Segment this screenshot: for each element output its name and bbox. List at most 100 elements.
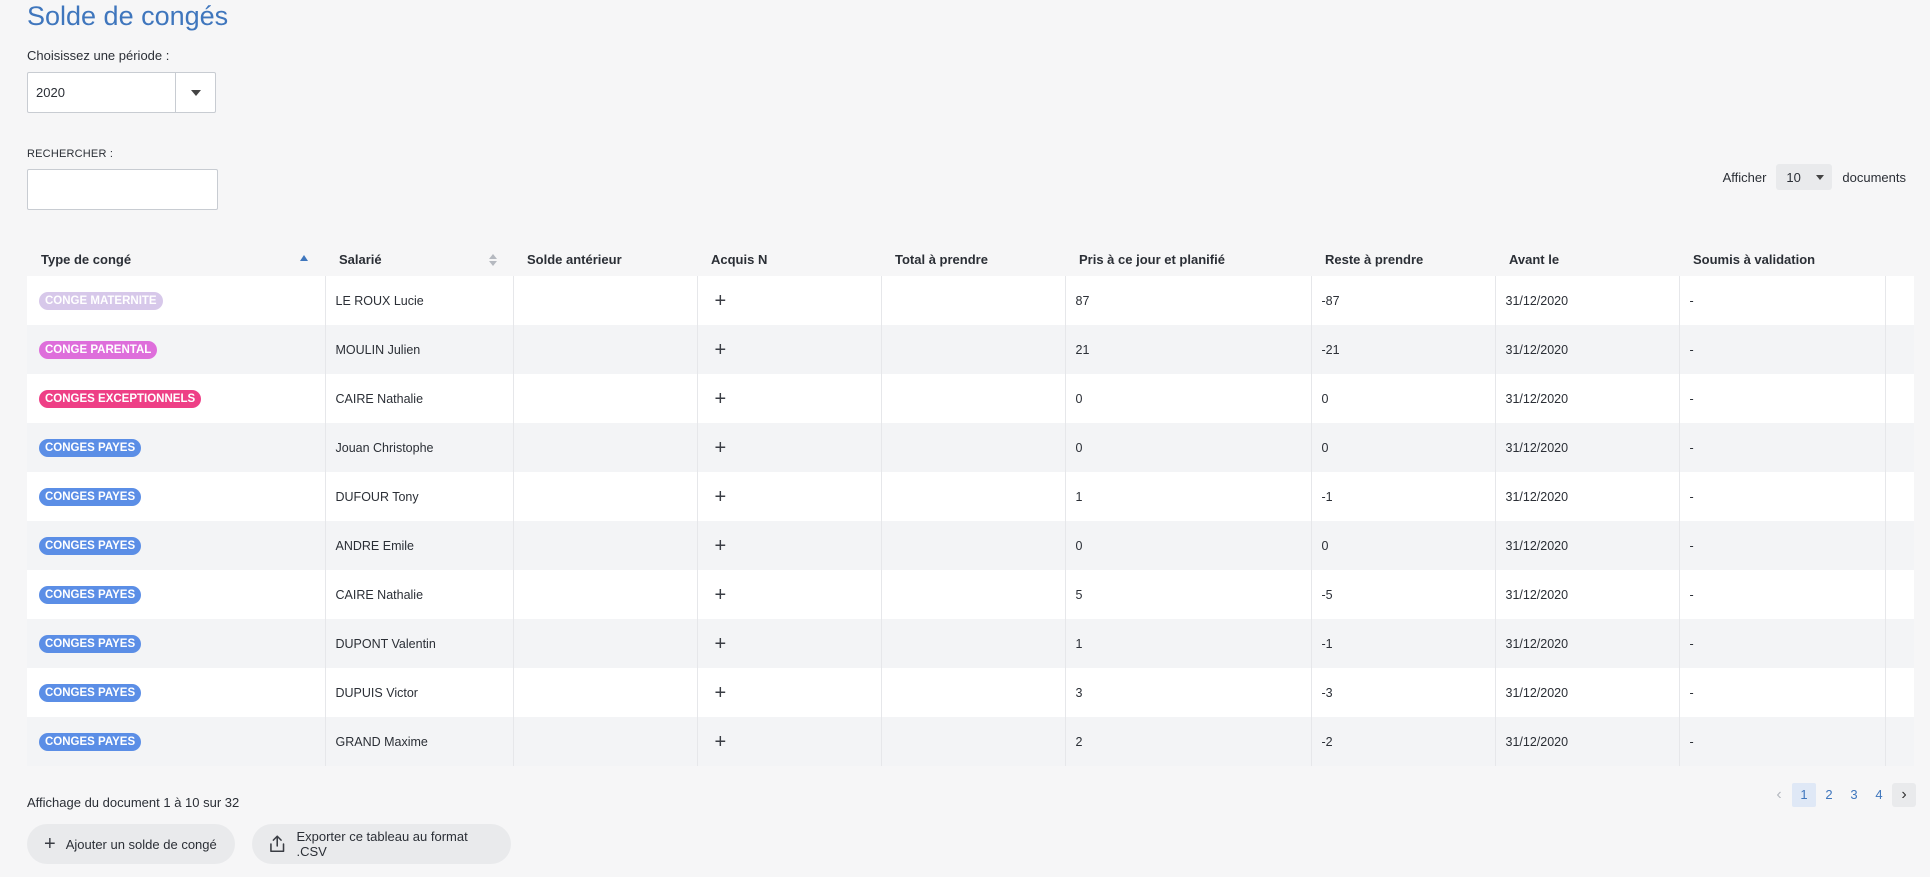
column-header-label: Soumis à validation: [1693, 252, 1816, 267]
column-header-label: Reste à prendre: [1325, 252, 1424, 267]
column-header-total[interactable]: Total à prendre: [881, 243, 1065, 276]
validation-cell: -: [1679, 668, 1886, 717]
table-summary: Affichage du document 1 à 10 sur 32: [27, 795, 240, 810]
remaining-cell: 0: [1311, 423, 1496, 472]
taken-cell: 87: [1065, 276, 1312, 325]
employee-cell-value: DUPUIS Victor: [335, 685, 418, 700]
column-header-acquired[interactable]: Acquis N: [697, 243, 881, 276]
column-header-validation[interactable]: Soumis à validation: [1679, 243, 1885, 276]
leave-type-cell: CONGES PAYES: [27, 570, 326, 619]
before-date-cell-value: 31/12/2020: [1505, 489, 1569, 504]
remaining-cell-value: -87: [1321, 293, 1340, 308]
before-date-cell: 31/12/2020: [1495, 276, 1680, 325]
leave-type-cell: CONGES PAYES: [27, 619, 326, 668]
employee-cell-value: CAIRE Nathalie: [335, 587, 424, 602]
table-row[interactable]: CONGES PAYES DUFOUR Tony +1 -1 31/12/2020 -: [27, 472, 1914, 521]
table-row[interactable]: CONGES PAYES CAIRE Nathalie +5 -5 31/12/2020…: [27, 570, 1914, 619]
employee-cell: MOULIN Julien: [325, 325, 514, 374]
before-date-cell: 31/12/2020: [1495, 472, 1680, 521]
acquired-cell: +: [697, 668, 882, 717]
pagination-page-4[interactable]: 4: [1867, 783, 1891, 807]
table-row[interactable]: CONGES PAYES GRAND Maxime +2 -2 31/12/2020 -: [27, 717, 1914, 766]
add-acquired-plus-icon[interactable]: +: [708, 634, 727, 654]
employee-cell: LE ROUX Lucie: [325, 276, 514, 325]
row-extra-cell: [1885, 570, 1914, 619]
column-header-remaining[interactable]: Reste à prendre: [1311, 243, 1495, 276]
row-extra-cell: [1885, 472, 1914, 521]
validation-cell: -: [1679, 717, 1886, 766]
validation-cell-value: -: [1689, 293, 1694, 308]
pagination-prev-button[interactable]: ‹: [1767, 783, 1791, 807]
table-row[interactable]: CONGE MATERNITE LE ROUX Lucie +87 -87 31/12/…: [27, 276, 1914, 325]
column-header-before[interactable]: Avant le: [1495, 243, 1679, 276]
column-header-label: Pris à ce jour et planifié: [1079, 252, 1225, 267]
employee-cell-value: MOULIN Julien: [335, 342, 421, 357]
table-row[interactable]: CONGES PAYES ANDRE Emile +0 0 31/12/2020 -: [27, 521, 1914, 570]
remaining-cell-value: 0: [1321, 440, 1329, 455]
validation-cell-value: -: [1689, 391, 1694, 406]
table-row[interactable]: CONGES PAYES DUPUIS Victor +3 -3 31/12/2020 -: [27, 668, 1914, 717]
column-header-previous-balance[interactable]: Solde antérieur: [513, 243, 697, 276]
column-header-employee[interactable]: Salarié: [325, 243, 513, 276]
column-header-type[interactable]: Type de congé: [27, 243, 325, 276]
remaining-cell: -3: [1311, 668, 1496, 717]
table-row[interactable]: CONGES EXCEPTIONNELS CAIRE Nathalie +0 0 31/…: [27, 374, 1914, 423]
total-cell: [881, 374, 1066, 423]
add-acquired-plus-icon[interactable]: +: [708, 585, 727, 605]
remaining-cell-value: -5: [1321, 587, 1333, 602]
leave-type-badge: CONGES PAYES: [39, 536, 142, 555]
pagination-page-3[interactable]: 3: [1842, 783, 1866, 807]
export-csv-button[interactable]: Exporter ce tableau au format .CSV: [252, 824, 511, 864]
taken-cell: 21: [1065, 325, 1312, 374]
validation-cell: -: [1679, 472, 1886, 521]
column-header-label: Salarié: [339, 252, 382, 267]
row-extra-cell: [1885, 619, 1914, 668]
previous-balance-cell: [513, 325, 698, 374]
row-extra-cell: [1885, 717, 1914, 766]
table-row[interactable]: CONGES PAYES DUPONT Valentin +1 -1 31/12/202…: [27, 619, 1914, 668]
row-extra-cell: [1885, 276, 1914, 325]
leave-type-badge: CONGES PAYES: [39, 634, 142, 653]
table-row[interactable]: CONGES PAYES Jouan Christophe +0 0 31/12/202…: [27, 423, 1914, 472]
pagination-page-1[interactable]: 1: [1792, 783, 1816, 807]
page-size-value: 10: [1786, 169, 1801, 185]
pagination-next-button[interactable]: ›: [1892, 783, 1916, 807]
taken-cell-value: 5: [1075, 587, 1083, 602]
remaining-cell-value: -1: [1321, 636, 1333, 651]
before-date-cell: 31/12/2020: [1495, 325, 1680, 374]
period-select[interactable]: 2020: [27, 72, 216, 113]
add-acquired-plus-icon[interactable]: +: [708, 732, 727, 752]
add-acquired-plus-icon[interactable]: +: [708, 487, 727, 507]
add-acquired-plus-icon[interactable]: +: [708, 389, 727, 409]
before-date-cell: 31/12/2020: [1495, 717, 1680, 766]
remaining-cell: -2: [1311, 717, 1496, 766]
validation-cell-value: -: [1689, 538, 1694, 553]
row-extra-cell: [1885, 668, 1914, 717]
add-acquired-plus-icon[interactable]: +: [708, 438, 727, 458]
total-cell: [881, 472, 1066, 521]
previous-balance-cell: [513, 423, 698, 472]
add-acquired-plus-icon[interactable]: +: [708, 340, 727, 360]
row-extra-cell: [1885, 325, 1914, 374]
page-size-select[interactable]: 10: [1776, 164, 1833, 190]
before-date-cell: 31/12/2020: [1495, 668, 1680, 717]
acquired-cell: +: [697, 472, 882, 521]
page-size-control: Afficher 10 documents: [1723, 164, 1906, 190]
add-acquired-plus-icon[interactable]: +: [708, 683, 727, 703]
taken-cell: 0: [1065, 521, 1312, 570]
remaining-cell: -87: [1311, 276, 1496, 325]
search-input[interactable]: [27, 169, 218, 210]
period-select-toggle[interactable]: [175, 73, 215, 112]
employee-cell: CAIRE Nathalie: [325, 374, 514, 423]
leave-type-badge: CONGES PAYES: [39, 585, 142, 604]
table-row[interactable]: CONGE PARENTAL MOULIN Julien +21 -21 31/12/2…: [27, 325, 1914, 374]
add-leave-balance-button[interactable]: + Ajouter un solde de congé: [27, 824, 235, 864]
pagination-page-2[interactable]: 2: [1817, 783, 1841, 807]
before-date-cell-value: 31/12/2020: [1505, 636, 1569, 651]
add-acquired-plus-icon[interactable]: +: [708, 291, 727, 311]
before-date-cell: 31/12/2020: [1495, 423, 1680, 472]
add-acquired-plus-icon[interactable]: +: [708, 536, 727, 556]
before-date-cell-value: 31/12/2020: [1505, 538, 1569, 553]
column-header-taken[interactable]: Pris à ce jour et planifié: [1065, 243, 1311, 276]
acquired-cell: +: [697, 521, 882, 570]
